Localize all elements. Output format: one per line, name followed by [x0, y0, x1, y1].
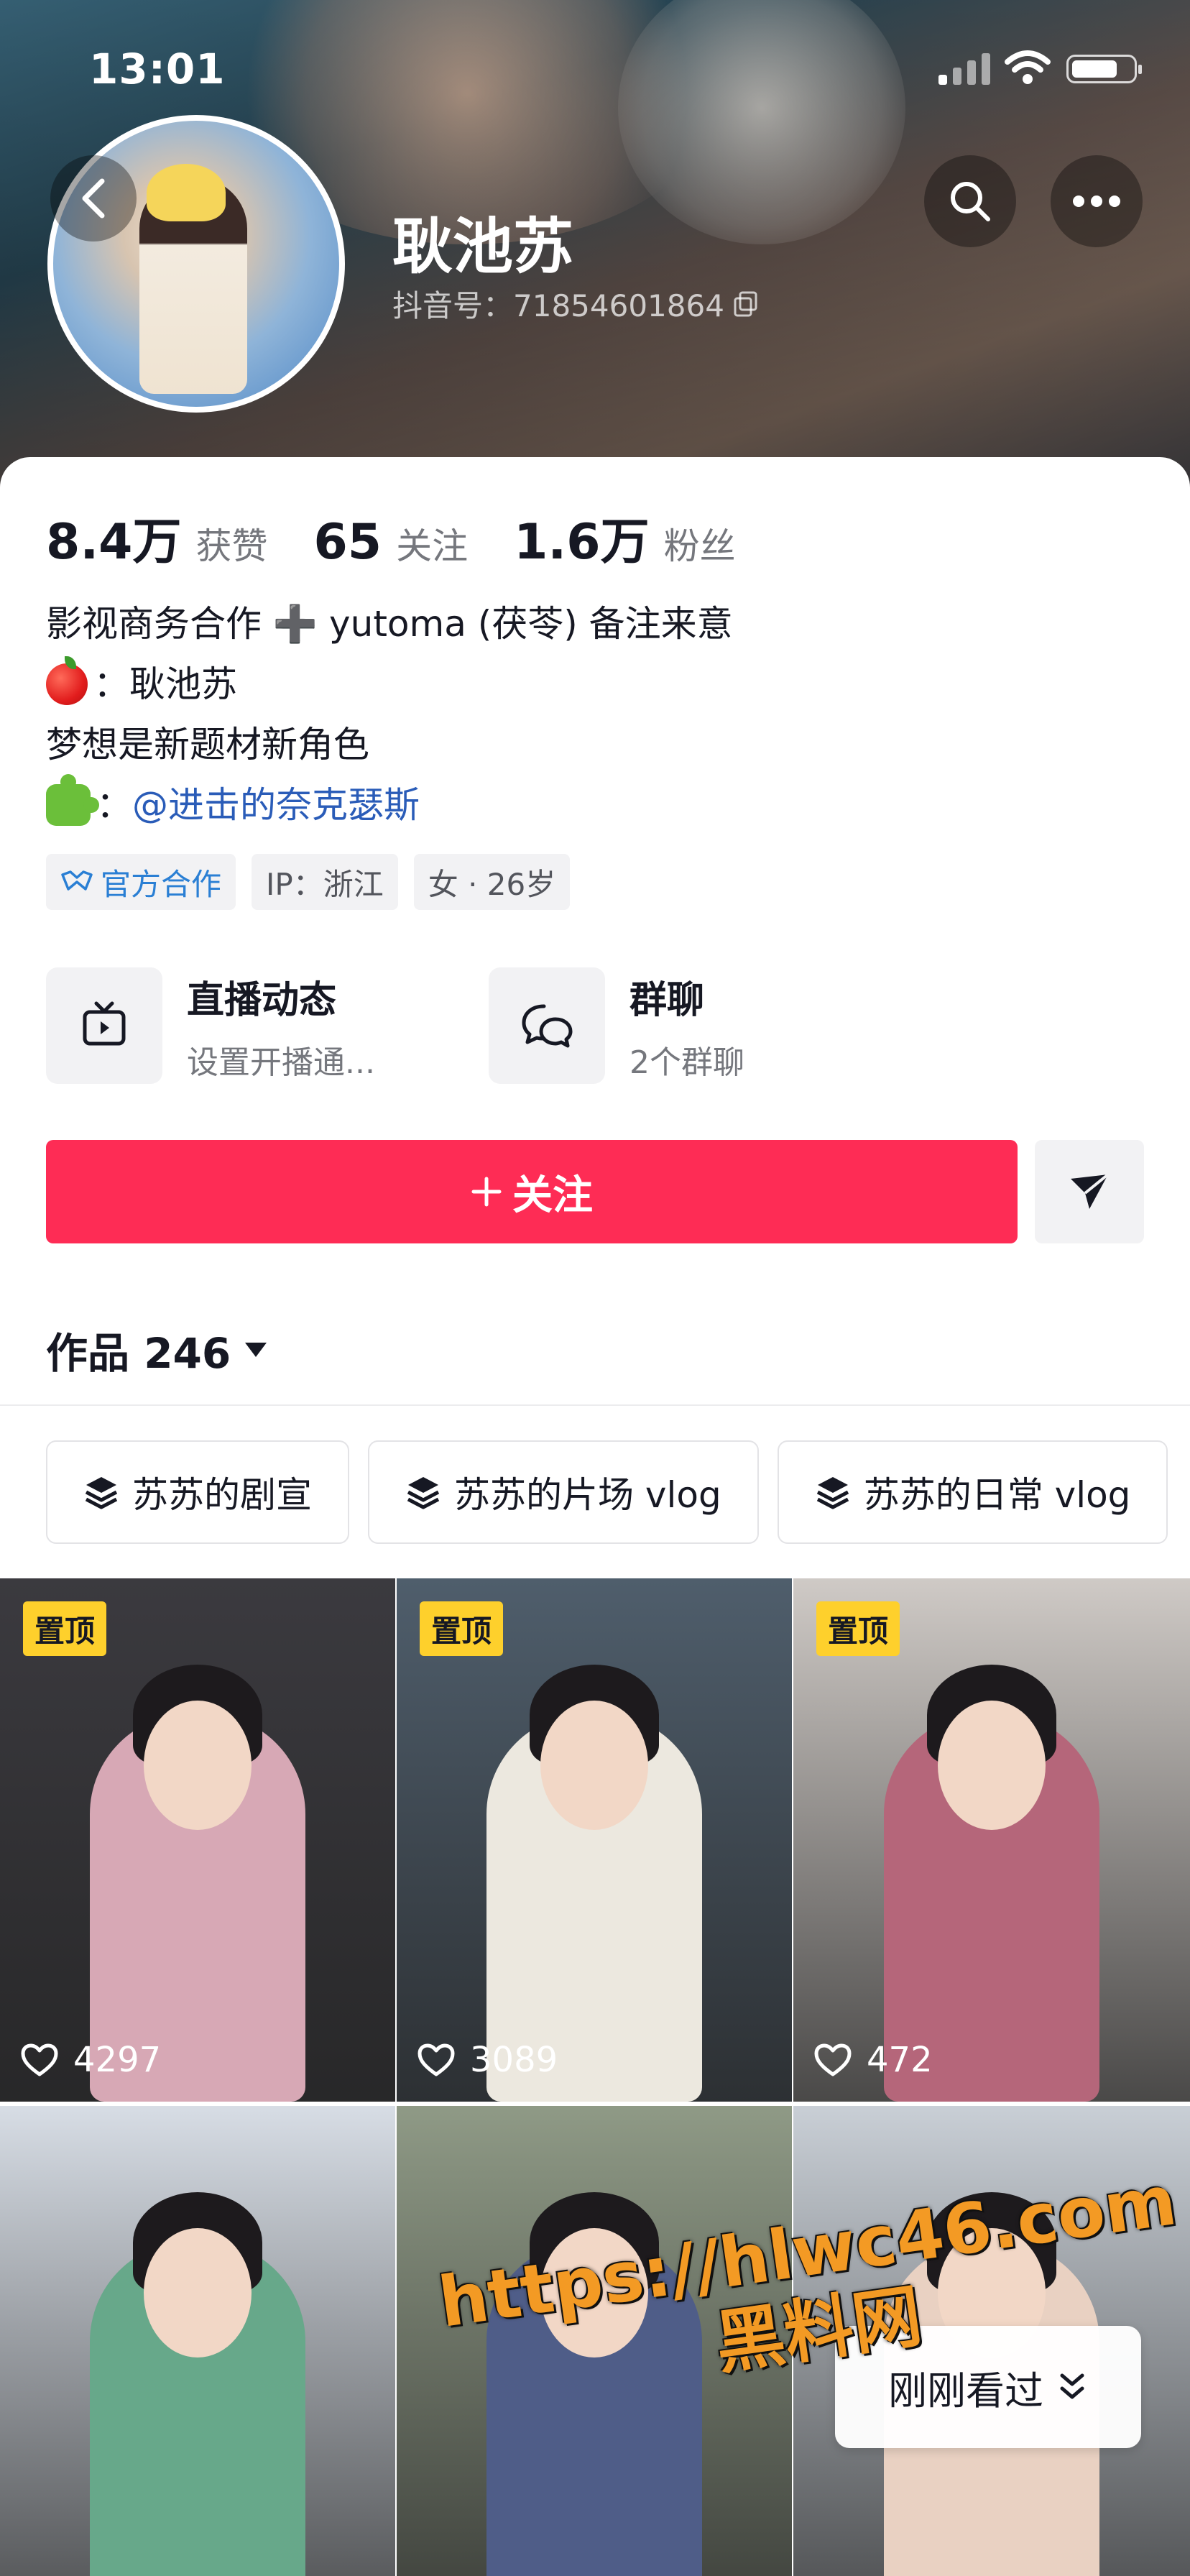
pinned-badge: 置顶: [420, 1601, 504, 1656]
stats-row: 8.4万 获赞 65 关注 1.6万 粉丝: [46, 502, 782, 573]
tag-official[interactable]: 官方合作: [46, 854, 236, 910]
puzzle-icon: [46, 774, 99, 826]
video-thumbnail-face: [144, 1701, 252, 1830]
collection-chip[interactable]: 苏苏的日常 vlog: [777, 1440, 1168, 1544]
search-icon: [951, 182, 990, 221]
apple-icon: [46, 656, 88, 705]
bio-line: 影视商务合作 ➕ yutoma (茯苓) 备注来意: [46, 603, 733, 645]
tv-icon: [46, 967, 162, 1084]
bio-line-text: ：耿池苏: [93, 663, 237, 705]
video-tile[interactable]: 置顶 3089: [397, 1578, 792, 2102]
plus-icon: [471, 1177, 502, 1207]
stat-followers-count: 1.6万: [514, 514, 650, 571]
pinned-badge: 置顶: [816, 1601, 900, 1656]
video-tile[interactable]: 置顶 4297: [0, 1578, 395, 2102]
tag-ip: IP：浙江: [252, 854, 398, 910]
stat-following[interactable]: 65 关注: [313, 514, 468, 571]
profile-nickname: 耿池苏: [392, 211, 574, 282]
works-tab[interactable]: 作品 246: [46, 1320, 268, 1380]
layers-icon: [407, 1477, 440, 1509]
feature-title: 直播动态: [187, 978, 337, 1022]
more-button[interactable]: [1051, 155, 1143, 247]
collections-row: 苏苏的剧宣 苏苏的片场 vlog 苏苏的日常 vlog: [46, 1440, 1168, 1544]
search-button[interactable]: [924, 155, 1016, 247]
live-updates-entry[interactable]: 直播动态 设置开播通...: [46, 967, 375, 1084]
battery-icon: [1066, 55, 1142, 83]
like-count: 472: [813, 2040, 933, 2080]
mention-link[interactable]: @进击的奈克瑟斯: [132, 775, 420, 835]
tag-label: IP：浙江: [266, 866, 384, 902]
bio-line: ：耿池苏: [46, 654, 733, 714]
handshake-icon: [61, 870, 93, 891]
stat-likes[interactable]: 8.4万 获赞: [46, 502, 267, 573]
feature-title: 群聊: [629, 978, 705, 1022]
collection-chip[interactable]: 苏苏的片场 vlog: [368, 1440, 759, 1544]
tag-row: 官方合作 IP：浙江 女 · 26岁: [46, 854, 571, 910]
bio-line-text: ：: [96, 784, 132, 826]
status-time: 13:01: [89, 45, 226, 93]
bio-line: ： @进击的奈克瑟斯: [46, 774, 733, 835]
douyin-id[interactable]: 抖音号：71854601864: [392, 282, 760, 326]
collection-label: 苏苏的片场 vlog: [454, 1474, 721, 1516]
video-thumbnail-face: [938, 1701, 1046, 1830]
layers-icon: [816, 1477, 849, 1509]
collection-label: 苏苏的日常 vlog: [863, 1474, 1131, 1516]
more-dots-icon: [1073, 196, 1120, 207]
like-count-value: 4297: [73, 2040, 162, 2080]
collection-label: 苏苏的剧宣: [132, 1474, 312, 1516]
follow-button[interactable]: 关注: [46, 1140, 1018, 1243]
recently-viewed-label: 刚刚看过: [888, 2368, 1043, 2414]
back-button[interactable]: [50, 155, 137, 242]
like-count-value: 3089: [470, 2040, 558, 2080]
feature-subtitle: 设置开播通...: [187, 1044, 375, 1081]
send-icon: [1071, 1173, 1110, 1209]
tag-label: 女 · 26岁: [428, 866, 556, 902]
chevron-left-icon: [82, 178, 105, 218]
feature-row: 直播动态 设置开播通... 群聊 2个群聊: [46, 967, 1153, 1090]
heart-icon: [418, 2043, 455, 2076]
feature-subtitle: 2个群聊: [629, 1044, 744, 1081]
stat-followers-label: 粉丝: [663, 525, 736, 567]
stat-followers[interactable]: 1.6万 粉丝: [514, 502, 735, 573]
caret-down-icon: [245, 1343, 267, 1357]
collection-chip[interactable]: 苏苏的剧宣: [46, 1440, 349, 1544]
follow-button-label: 关注: [512, 1172, 593, 1219]
copy-icon: [734, 291, 757, 316]
stat-following-label: 关注: [396, 525, 469, 567]
video-tile[interactable]: 置顶 472: [793, 1578, 1190, 2102]
group-chat-icon: [489, 967, 605, 1084]
cellular-signal-icon: [938, 53, 992, 85]
like-count: 3089: [417, 2040, 558, 2080]
video-thumbnail-face: [144, 2228, 252, 2358]
douyin-id-text: 抖音号：71854601864: [392, 288, 724, 323]
video-tile[interactable]: [0, 2106, 395, 2576]
bio: 影视商务合作 ➕ yutoma (茯苓) 备注来意 ：耿池苏 梦想是新题材新角色…: [46, 594, 733, 835]
divider: [0, 1404, 1190, 1406]
status-bar: 13:01: [0, 45, 1190, 102]
layers-icon: [85, 1477, 118, 1509]
works-label: 作品 246: [46, 1329, 231, 1378]
group-chat-entry[interactable]: 群聊 2个群聊: [489, 967, 744, 1084]
tag-gender-age: 女 · 26岁: [413, 854, 571, 910]
double-chevron-down-icon: [1060, 2373, 1084, 2399]
stat-following-count: 65: [313, 514, 382, 571]
like-count-value: 472: [867, 2040, 933, 2080]
share-button[interactable]: [1035, 1140, 1144, 1243]
heart-icon: [814, 2043, 852, 2076]
video-thumbnail-face: [540, 1701, 648, 1830]
like-count: 4297: [20, 2040, 161, 2080]
tag-label: 官方合作: [101, 866, 222, 902]
wifi-icon: [1005, 50, 1051, 84]
heart-icon: [21, 2043, 58, 2076]
bio-line: 梦想是新题材新角色: [46, 724, 369, 765]
stat-likes-count: 8.4万: [46, 514, 182, 571]
stat-likes-label: 获赞: [195, 525, 268, 567]
pinned-badge: 置顶: [23, 1601, 107, 1656]
